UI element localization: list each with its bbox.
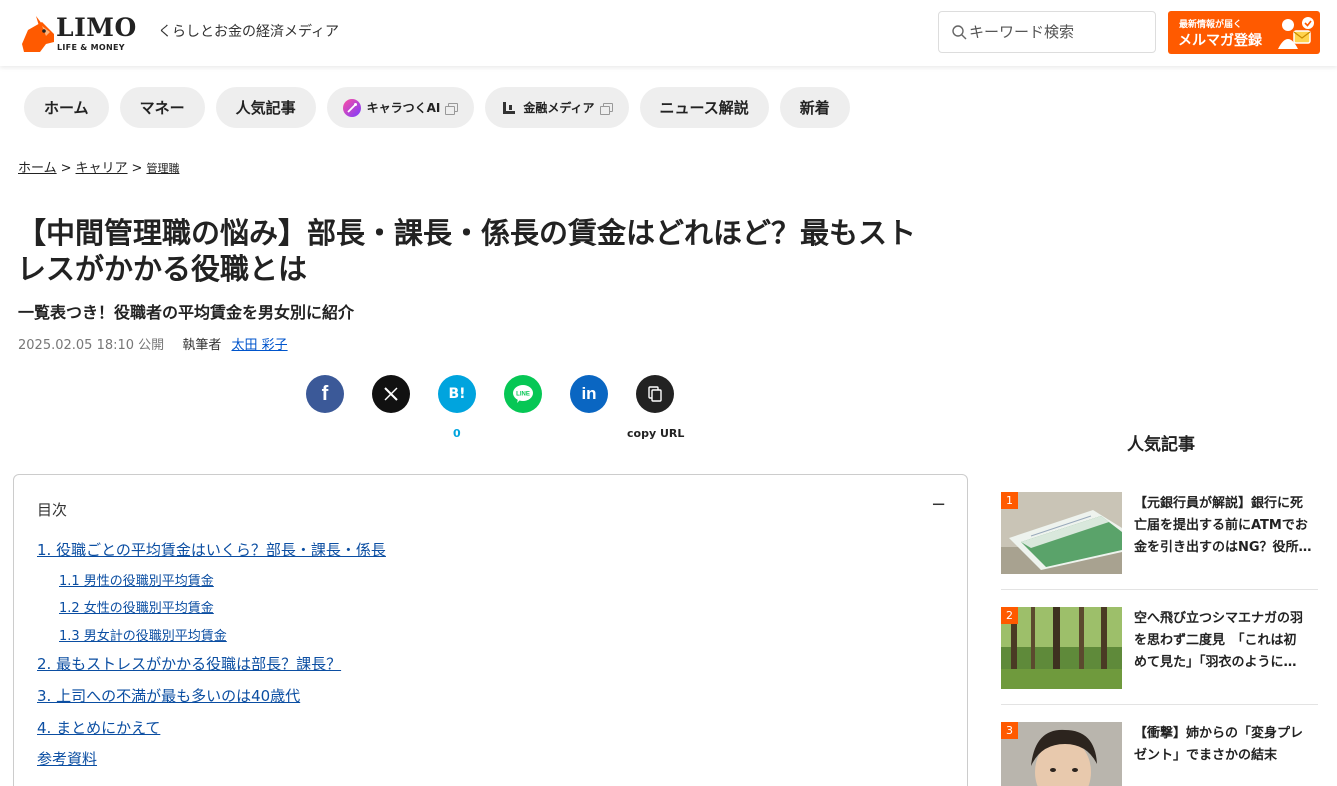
nav-news[interactable]: ニュース解説 <box>639 87 769 128</box>
portrait-image <box>1001 722 1122 786</box>
popular-title: 【元銀行員が解説】銀行に死 亡届を提出する前にATMでお 金を引き出すのはNG？… <box>1134 493 1322 559</box>
toc-item-1-3[interactable]: 1.3 男女計の役職別平均賃金 <box>59 625 227 644</box>
toc-item-4[interactable]: 4. まとめにかえて <box>37 717 160 738</box>
hatena-share-button[interactable]: B! <box>438 375 476 413</box>
search-input[interactable] <box>969 13 1149 51</box>
publish-date: 2025.02.05 18:10 公開 <box>18 338 165 353</box>
finance-media-icon <box>503 101 516 114</box>
toc-item-1-1[interactable]: 1.1 男性の役職別平均賃金 <box>59 570 214 589</box>
nav-home[interactable]: ホーム <box>24 87 109 128</box>
nav-chara-ai[interactable]: キャラつくAI <box>326 87 475 128</box>
logo-subtitle: LIFE & MONEY <box>57 43 125 52</box>
main-nav: ホーム マネー 人気記事 キャラつくAI 金融メディア ニュース解説 新着 <box>24 87 850 128</box>
nav-label: ニュース解説 <box>659 99 749 117</box>
toc-item-1-2[interactable]: 1.2 女性の役職別平均賃金 <box>59 597 214 616</box>
rank-badge: 2 <box>1001 607 1018 624</box>
x-share-button[interactable] <box>372 375 410 413</box>
site-header: LIMO LIFE & MONEY くらしとお金の経済メディア 最新情報が届く … <box>0 0 1337 66</box>
popular-title-line: を思わず二度見 「これは初 <box>1134 633 1297 648</box>
toc-item-3[interactable]: 3. 上司への不満が最も多いのは40歳代 <box>37 685 300 706</box>
popular-thumbnail: 3 <box>1001 722 1122 786</box>
breadcrumb-separator: > <box>131 161 143 176</box>
linkedin-share-button[interactable]: in <box>570 375 608 413</box>
facebook-icon: f <box>321 382 329 405</box>
popular-title-line: ゼント」でまさかの結末 <box>1134 748 1278 763</box>
copy-url-label: copy URL <box>627 427 685 440</box>
line-icon-label: LINE <box>516 392 530 398</box>
toc-title: 目次 <box>37 501 68 519</box>
search-box <box>938 11 1156 53</box>
popular-title-line: 空へ飛び立つシマエナガの羽 <box>1134 611 1304 626</box>
breadcrumb-management[interactable]: 管理職 <box>146 162 179 175</box>
line-icon: LINE <box>513 385 533 403</box>
nav-label: ホーム <box>44 99 89 117</box>
linkedin-icon: in <box>581 384 597 403</box>
author-label: 執筆者 <box>182 338 222 353</box>
article-meta: 2025.02.05 18:10 公開 執筆者 太田 彩子 <box>18 334 288 353</box>
toc-item-1[interactable]: 1. 役職ごとの平均賃金はいくら？部長・課長・係長 <box>37 539 386 560</box>
rank-badge: 3 <box>1001 722 1018 739</box>
nav-label: 新着 <box>799 99 830 117</box>
article-title: 【中間管理職の悩み】部長・課長・係長の賃金はどれほど？最もスト レスがかかる役職… <box>17 215 977 287</box>
popular-thumbnail: 1 <box>1001 492 1122 574</box>
forest-image <box>1001 607 1122 689</box>
mailmag-illustration-icon <box>1278 17 1314 49</box>
breadcrumb: ホーム > キャリア > 管理職 <box>18 157 179 176</box>
popular-thumbnail: 2 <box>1001 607 1122 689</box>
author-link[interactable]: 太田 彩子 <box>231 338 287 353</box>
divider <box>1001 704 1318 705</box>
article-title-line2: レスがかかる役職とは <box>17 252 308 286</box>
article-title-line1: 【中間管理職の悩み】部長・課長・係長の賃金はどれほど？最もスト <box>17 216 917 250</box>
nav-label: 人気記事 <box>235 99 296 117</box>
toc-collapse-toggle[interactable]: − <box>931 494 946 515</box>
breadcrumb-separator: > <box>60 161 72 176</box>
breadcrumb-home[interactable]: ホーム <box>18 161 57 176</box>
limo-logo[interactable]: LIMO LIFE & MONEY <box>20 12 142 56</box>
nav-label: マネー <box>139 99 185 117</box>
popular-heading: 人気記事 <box>1127 435 1195 455</box>
popular-title: 空へ飛び立つシマエナガの羽 を思わず二度見 「これは初 めて見た」「羽衣のように… <box>1134 608 1322 674</box>
external-link-icon <box>599 103 613 115</box>
x-icon <box>384 387 398 401</box>
popular-item[interactable]: 1 【元銀行員が解説】銀行に死 亡届を提出する前にATMでお 金を引き出すのはN… <box>1001 492 1318 574</box>
popular-title-line: 【元銀行員が解説】銀行に死 <box>1134 496 1304 511</box>
mailmag-signup-button[interactable]: 最新情報が届く メルマガ登録 <box>1168 11 1320 54</box>
popular-item[interactable]: 3 【衝撃】姉からの「変身プレ ゼント」でまさかの結末 <box>1001 722 1318 786</box>
nav-label: 金融メディア <box>523 101 595 115</box>
article-subtitle: 一覧表つき！役職者の平均賃金を男女別に紹介 <box>18 303 355 322</box>
copy-icon <box>648 386 662 402</box>
hatena-count: 0 <box>453 427 461 440</box>
rank-badge: 1 <box>1001 492 1018 509</box>
chara-ai-icon <box>342 98 361 117</box>
line-share-button[interactable]: LINE <box>504 375 542 413</box>
nav-finance-media[interactable]: 金融メディア <box>485 87 629 128</box>
popular-title-line: 金を引き出すのはNG？役所… <box>1134 540 1312 555</box>
popular-title-line: 【衝撃】姉からの「変身プレ <box>1134 726 1304 741</box>
toc-item-references[interactable]: 参考資料 <box>37 748 97 769</box>
popular-title-line: 亡届を提出する前にATMでお <box>1134 518 1308 533</box>
logo-wordmark: LIMO <box>56 13 137 42</box>
site-tagline: くらしとお金の経済メディア <box>158 24 340 40</box>
nav-new[interactable]: 新着 <box>779 87 850 128</box>
popular-item[interactable]: 2 空へ飛び立つシマエナガの羽 を思わず二度見 「これは初 めて見た」「羽衣のよ… <box>1001 607 1318 689</box>
nav-label: キャラつくAI <box>366 101 441 115</box>
facebook-share-button[interactable]: f <box>306 375 344 413</box>
hatena-icon: B! <box>448 386 466 402</box>
mailmag-caption: 最新情報が届く <box>1179 20 1243 30</box>
nav-popular[interactable]: 人気記事 <box>215 87 316 128</box>
external-link-icon <box>445 103 459 115</box>
nav-money[interactable]: マネー <box>119 87 205 128</box>
toc-item-2[interactable]: 2. 最もストレスがかかる役職は部長？課長？ <box>37 653 341 674</box>
breadcrumb-career[interactable]: キャリア <box>76 161 128 176</box>
popular-title: 【衝撃】姉からの「変身プレ ゼント」でまさかの結末 <box>1134 723 1322 767</box>
table-of-contents: 目次 − 1. 役職ごとの平均賃金はいくら？部長・課長・係長 1.1 男性の役職… <box>13 474 968 786</box>
search-icon[interactable] <box>951 24 969 42</box>
mailmag-label: メルマガ登録 <box>1178 33 1262 49</box>
bankbook-image <box>1001 492 1122 574</box>
divider <box>1001 589 1318 590</box>
copy-url-button[interactable] <box>636 375 674 413</box>
popular-title-line: めて見た」「羽衣のように… <box>1134 655 1297 670</box>
limo-mascot-icon <box>22 16 54 52</box>
